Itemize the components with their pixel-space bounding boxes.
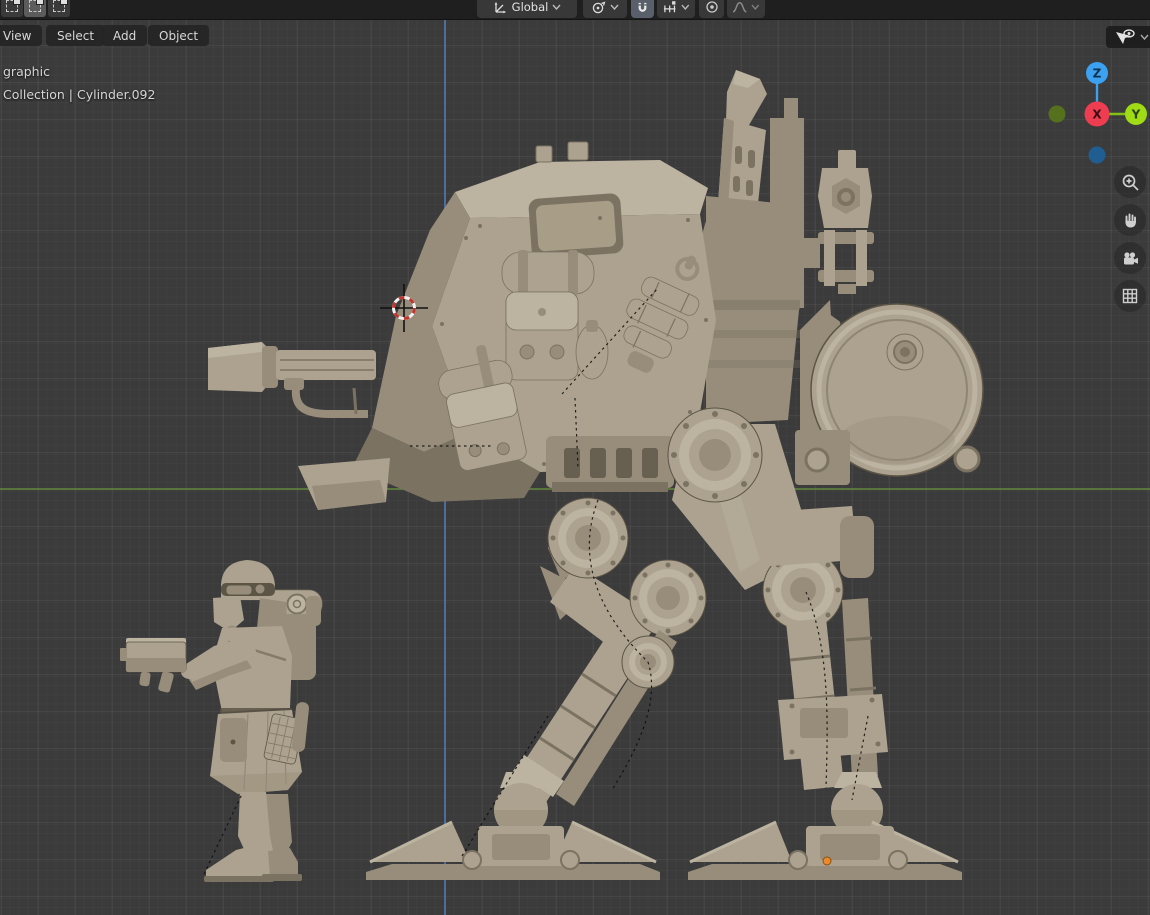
camera-icon	[1121, 249, 1140, 268]
chevron-down-icon	[751, 4, 760, 10]
ortho-grid-button[interactable]	[1114, 280, 1146, 312]
pan-hand-button[interactable]	[1114, 204, 1146, 236]
blender-window: { "topbar": { "tool_buttons": [ {"name":…	[0, 0, 1150, 915]
eye-cursor-icon	[1115, 29, 1137, 45]
view-name-label: graphic	[3, 64, 50, 79]
svg-text:Z: Z	[1093, 67, 1102, 81]
pivot-point-dropdown[interactable]	[583, 0, 627, 18]
chevron-down-icon	[681, 4, 690, 10]
object-visibility-dropdown[interactable]	[1106, 26, 1150, 48]
proportional-editing-icon	[705, 0, 719, 14]
gizmo-axis-x[interactable]: X	[1085, 102, 1110, 127]
gizmo-axis-neg-y[interactable]	[1049, 106, 1066, 123]
select-box-icon	[6, 0, 18, 12]
viewport-3d[interactable]	[0, 19, 1150, 915]
chevron-down-icon	[1140, 34, 1149, 40]
select-box-subtract-button[interactable]	[48, 0, 70, 17]
active-object-breadcrumb: Collection | Cylinder.092	[3, 87, 155, 102]
camera-view-button[interactable]	[1114, 242, 1146, 274]
orientation-axes-icon	[493, 0, 508, 15]
select-box-subtract-icon	[53, 0, 65, 12]
chevron-down-icon	[610, 4, 619, 10]
hand-icon	[1121, 211, 1140, 230]
snap-toggle-button[interactable]	[631, 0, 654, 18]
svg-text:X: X	[1092, 108, 1102, 122]
topbar: Global	[0, 0, 1150, 20]
grid-icon	[1121, 287, 1139, 305]
gizmo-axis-neg-z[interactable]	[1089, 147, 1106, 164]
chevron-down-icon	[552, 4, 561, 10]
svg-text:Y: Y	[1131, 108, 1141, 122]
proportional-editing-button[interactable]	[699, 0, 724, 18]
snap-target-dropdown[interactable]	[657, 0, 695, 18]
transform-orientation-label: Global	[512, 0, 549, 14]
menu-select[interactable]: Select	[46, 25, 105, 46]
navigation-gizmo[interactable]: Z Y X	[1040, 48, 1150, 168]
select-box-set-button[interactable]	[1, 0, 23, 17]
select-box-extend-icon	[29, 0, 41, 12]
proportional-falloff-dropdown[interactable]	[727, 0, 765, 18]
pivot-point-icon	[591, 0, 606, 15]
gizmo-axis-z[interactable]: Z	[1086, 62, 1108, 84]
zoom-button[interactable]	[1114, 166, 1146, 198]
menu-add[interactable]: Add	[102, 25, 147, 46]
menu-view[interactable]: View	[0, 25, 42, 46]
transform-orientation-dropdown[interactable]: Global	[477, 0, 577, 18]
select-box-extend-button[interactable]	[24, 0, 46, 17]
menu-object[interactable]: Object	[148, 25, 209, 46]
snap-increment-icon	[662, 0, 677, 14]
falloff-curve-icon	[732, 0, 747, 14]
gizmo-axis-y[interactable]: Y	[1125, 103, 1147, 125]
zoom-icon	[1121, 173, 1140, 192]
magnet-icon	[636, 0, 649, 14]
